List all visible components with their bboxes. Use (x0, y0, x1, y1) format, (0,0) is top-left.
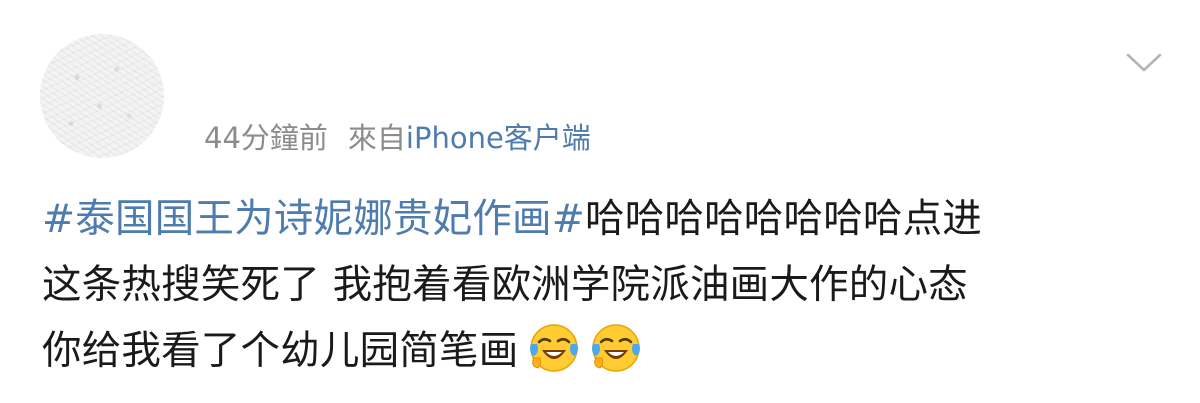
source-prefix: 來自 (347, 121, 406, 155)
chevron-down-icon[interactable] (1124, 50, 1164, 76)
post-content: #泰国国王为诗妮娜贵妃作画#哈哈哈哈哈哈哈哈点进 这条热搜笑死了 我抱着看欧洲学… (42, 186, 1152, 384)
laughing-crying-emoji-icon (528, 322, 580, 374)
topic-link[interactable]: #泰国国王为诗妮娜贵妃作画# (42, 196, 585, 242)
content-line-3: 你给我看了个幼儿园简笔画 (42, 318, 1152, 384)
weibo-post: 44分鐘前 來自iPhone客户端 #泰国国王为诗妮娜贵妃作画#哈哈哈哈哈哈哈哈点… (0, 0, 1200, 403)
content-line-1: #泰国国王为诗妮娜贵妃作画#哈哈哈哈哈哈哈哈点进 (42, 186, 1152, 252)
post-time: 44分鐘前 (204, 121, 328, 155)
avatar[interactable] (40, 34, 164, 158)
content-text-3: 你给我看了个幼儿园简笔画 (42, 328, 519, 374)
post-meta: 44分鐘前 來自iPhone客户端 (204, 118, 591, 158)
content-line-2: 这条热搜笑死了 我抱着看欧洲学院派油画大作的心态 (42, 262, 968, 308)
source-link[interactable]: iPhone客户端 (406, 121, 591, 155)
content-text-1: 哈哈哈哈哈哈哈哈点进 (585, 196, 982, 242)
laughing-crying-emoji-icon (590, 322, 642, 374)
